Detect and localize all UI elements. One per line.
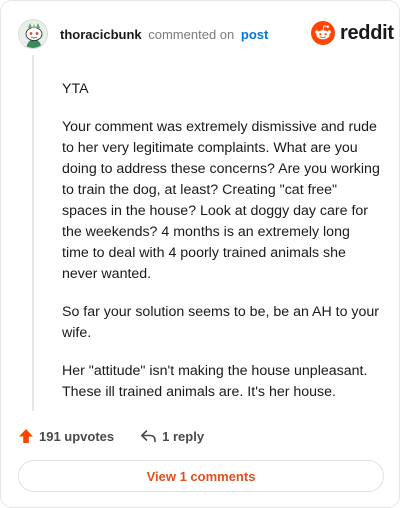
snoo-avatar-icon [19, 20, 47, 48]
header-verb: commented on [148, 27, 235, 42]
upvote-arrow-icon [19, 429, 33, 443]
comment-paragraph: Your comment was extremely dismissive an… [62, 119, 380, 282]
reply-button[interactable]: 1 reply [140, 428, 204, 444]
thread-line[interactable] [32, 55, 34, 411]
comment-paragraph: So far your solution seems to be, be an … [62, 304, 380, 341]
post-link[interactable]: post [241, 27, 268, 42]
reddit-brand[interactable]: reddit [311, 21, 394, 45]
view-comments-button[interactable]: View 1 comments [18, 460, 384, 492]
username[interactable]: thoracicbunk [60, 27, 142, 42]
upvote-count: 191 upvotes [39, 428, 115, 444]
comment-actions: 191 upvotes 1 reply [18, 427, 204, 445]
comment-card: thoracicbunk commented on post reddit YT… [0, 0, 400, 508]
comment-body: YTA Your comment was extremely dismissiv… [62, 79, 380, 420]
brand-wordmark: reddit [340, 22, 394, 44]
comment-paragraph: YTA [62, 81, 89, 97]
reddit-snoo-icon [311, 21, 335, 45]
reply-count: 1 reply [162, 428, 205, 444]
comment-header: thoracicbunk commented on post [60, 27, 268, 43]
comment-paragraph: Her "attitude" isn't making the house un… [62, 363, 368, 400]
user-avatar[interactable] [18, 19, 48, 49]
upvote-button[interactable]: 191 upvotes [18, 428, 114, 444]
reply-arrow-icon [141, 430, 156, 443]
